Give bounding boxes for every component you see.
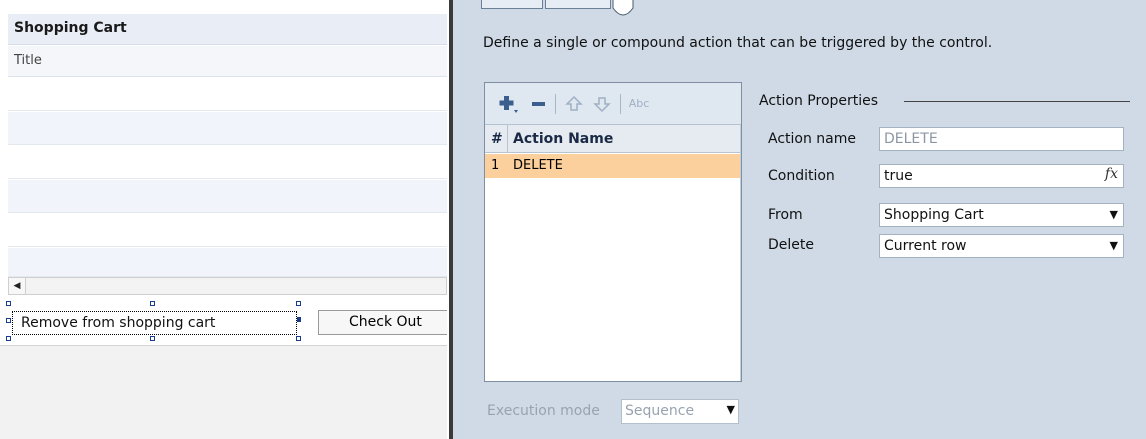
remove-icon[interactable] [529,93,549,115]
delete-select[interactable]: Current row ▼ [879,234,1124,258]
tab-actions[interactable] [481,0,543,9]
chevron-down-icon[interactable]: ▼ [1110,208,1118,221]
action-properties-title: Action Properties [759,93,879,109]
resize-handle[interactable] [6,318,11,323]
chevron-down-icon[interactable]: ▼ [1110,239,1118,252]
action-name-value: DELETE [884,131,938,147]
chevron-down-icon[interactable]: ▼ [727,403,735,416]
resize-handle[interactable] [150,301,155,306]
app-root: Shopping Cart Title ◀ Remove from shoppi… [0,0,1146,439]
horizontal-scrollbar[interactable]: ◀ [8,277,447,295]
column-header[interactable]: Title [8,46,447,77]
rename-icon: Abc [628,97,650,110]
grid-title: Shopping Cart [14,20,127,36]
delete-value: Current row [884,238,967,254]
resize-handle[interactable] [296,301,301,306]
column-header-number: # [491,131,503,147]
tab-pointer-icon [612,0,634,16]
resize-handle[interactable] [6,336,11,341]
resize-handle[interactable] [296,336,301,341]
column-header-title: Title [14,53,42,68]
list-item[interactable]: 1 DELETE [485,154,741,178]
execution-mode-label: Execution mode [487,403,600,419]
table-row[interactable] [8,112,447,145]
delete-label: Delete [768,237,814,253]
toolbar-separator [620,94,621,114]
scroll-left-icon[interactable]: ◀ [9,278,26,294]
grid-title-bar: Shopping Cart [8,14,447,45]
canvas-footer [0,345,447,439]
column-divider[interactable] [507,125,508,153]
list-item-number: 1 [491,158,500,173]
add-icon[interactable] [497,93,521,115]
panel-description: Define a single or compound action that … [483,35,993,51]
remove-from-cart-button[interactable]: Remove from shopping cart [12,311,297,335]
panel-tabs [473,0,653,16]
arrow-down-icon [591,93,613,115]
from-value: Shopping Cart [884,207,984,223]
action-list-toolbar: Abc [485,83,741,125]
table-row[interactable] [8,214,447,247]
from-label: From [768,207,803,223]
condition-field[interactable]: true fx [879,164,1124,188]
tab-events[interactable] [545,0,611,9]
action-list-header: # Action Name [485,125,741,153]
condition-label: Condition [768,168,835,184]
arrow-up-icon [563,93,585,115]
divider [904,101,1130,102]
execution-mode-value: Sequence [625,403,695,419]
action-panel: Define a single or compound action that … [449,0,1146,439]
formula-icon[interactable]: fx [1105,166,1118,182]
column-header-action-name: Action Name [513,131,614,147]
table-row[interactable] [8,146,447,179]
table-row[interactable] [8,180,447,213]
toolbar-separator [555,94,556,114]
action-list: Abc # Action Name 1 DELETE [484,82,742,382]
table-row[interactable] [8,248,447,277]
list-item-name: DELETE [513,158,563,173]
resize-handle[interactable] [150,336,155,341]
designer-canvas: Shopping Cart Title ◀ Remove from shoppi… [0,0,447,439]
action-name-label: Action name [768,131,856,147]
from-select[interactable]: Shopping Cart ▼ [879,203,1124,227]
check-out-button[interactable]: Check Out [318,310,447,335]
condition-value: true [884,168,913,184]
resize-handle[interactable] [6,301,11,306]
action-name-field[interactable]: DELETE [879,127,1124,151]
table-row[interactable] [8,78,447,111]
list-border [740,125,741,381]
execution-mode-select[interactable]: Sequence ▼ [621,399,739,424]
